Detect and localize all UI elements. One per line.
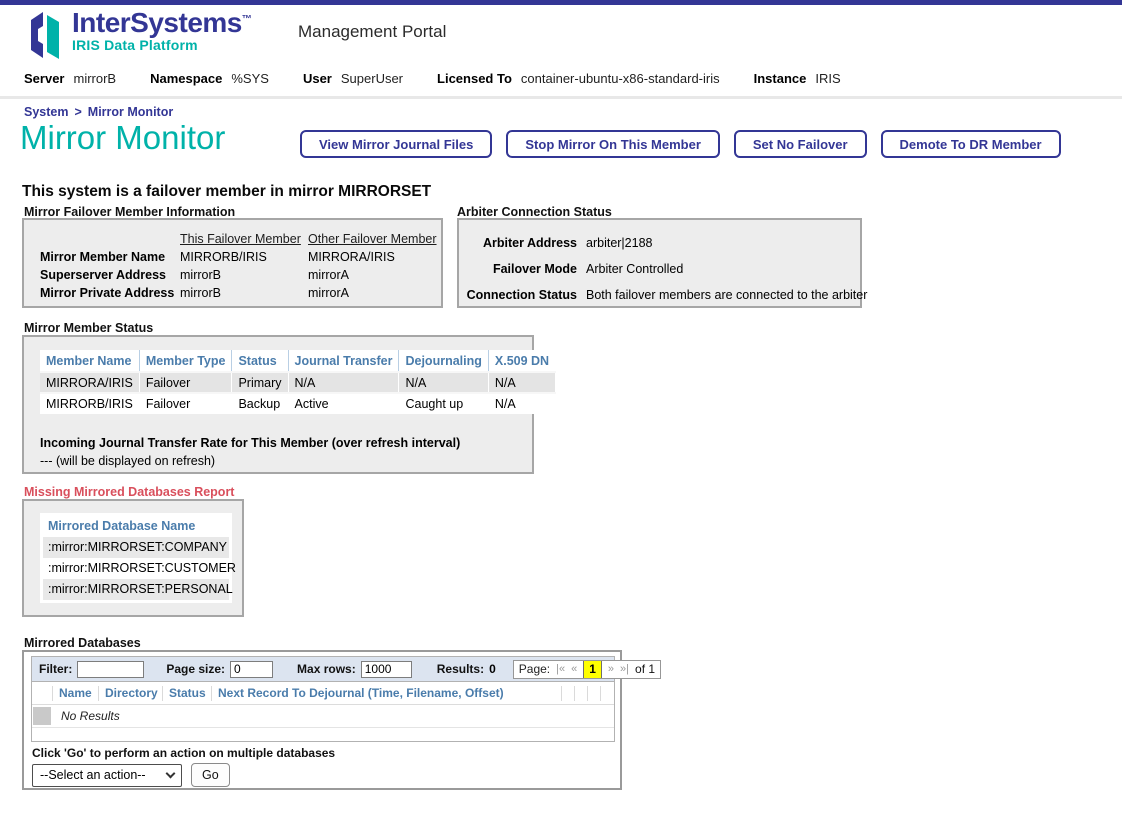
column-header-member-type[interactable]: Member Type [139,350,232,372]
logo-text: InterSystems™ IRIS Data Platform [72,9,251,52]
action-select[interactable]: --Select an action-- [32,764,182,787]
chevron-down-icon [166,768,176,778]
column-header-member-name[interactable]: Member Name [40,350,139,372]
mirrored-databases-box: Filter: Page size: Max rows: Results: 0 … [22,650,622,790]
failover-info-title: Mirror Failover Member Information [24,205,235,219]
view-mirror-journal-files-button[interactable]: View Mirror Journal Files [300,130,492,158]
column-header-db-status[interactable]: Status [163,686,212,701]
breadcrumb-separator: > [74,105,81,119]
mirrored-databases-header-row: Name Directory Status Next Record To Dej… [32,682,614,705]
set-no-failover-button[interactable]: Set No Failover [734,130,867,158]
mirrored-databases-title: Mirrored Databases [24,636,141,650]
current-page-indicator: 1 [583,661,602,678]
go-button[interactable]: Go [191,763,230,787]
filter-input[interactable] [77,661,144,678]
table-filter-bar: Filter: Page size: Max rows: Results: 0 … [32,657,614,682]
info-server: ServermirrorB [24,71,116,86]
failover-info-box: This Failover Member Other Failover Memb… [22,218,443,308]
member-status-box: Member Name Member Type Status Journal T… [22,335,534,474]
column-header-dejournaling[interactable]: Dejournaling [399,350,488,372]
column-header-this-failover-member: This Failover Member [178,230,306,248]
list-item: :mirror:MIRRORSET:PERSONAL [43,579,229,600]
portal-title: Management Portal [298,22,446,42]
arbiter-status-box: Arbiter Addressarbiter|2188 Failover Mod… [457,218,862,308]
list-item: :mirror:MIRRORSET:COMPANY [43,537,229,558]
info-namespace: Namespace%SYS [150,71,269,86]
empty-column-header [562,686,575,701]
page-size-input[interactable] [230,661,273,678]
first-page-button[interactable]: |« [556,663,565,675]
empty-column-header [601,686,614,701]
max-rows-input[interactable] [361,661,412,678]
member-status-title: Mirror Member Status [24,321,153,335]
no-results-text: No Results [61,709,120,723]
failover-info-table: This Failover Member Other Failover Memb… [38,230,439,302]
column-header-other-failover-member: Other Failover Member [306,230,439,248]
top-accent-bar [0,0,1122,5]
page-label: Page: [519,662,550,676]
server-info-bar: ServermirrorB Namespace%SYS UserSuperUse… [24,71,841,86]
arbiter-rows: Arbiter Addressarbiter|2188 Failover Mod… [465,230,867,308]
table-row: MIRRORB/IRIS Failover Backup Active Caug… [40,393,555,414]
table-row: Mirror Private Address mirrorB mirrorA [38,284,439,302]
pagination: Page: |« « 1 » »| of 1 [513,660,661,679]
empty-column-header [588,686,601,701]
mirror-monitor-page: InterSystems™ IRIS Data Platform Managem… [0,0,1122,825]
intersystems-logo: InterSystems™ IRIS Data Platform [28,9,251,59]
column-header-status[interactable]: Status [232,350,288,372]
prev-page-button[interactable]: « [571,663,577,675]
mirrored-databases-grid: Filter: Page size: Max rows: Results: 0 … [31,656,615,742]
results-count: 0 [489,662,496,676]
journal-transfer-rate-value: --- (will be displayed on refresh) [40,454,215,468]
column-header-name[interactable]: Name [53,686,99,701]
platform-name: IRIS Data Platform [72,38,251,52]
breadcrumb-system-link[interactable]: System [24,105,68,119]
page-count: of 1 [635,662,655,676]
action-select-value: --Select an action-- [40,768,146,782]
header-divider [0,96,1122,99]
missing-report-table: Mirrored Database Name :mirror:MIRRORSET… [40,513,232,603]
stop-mirror-button[interactable]: Stop Mirror On This Member [506,130,720,158]
info-user: UserSuperUser [303,71,403,86]
trademark-symbol: ™ [242,14,252,25]
info-instance: InstanceIRIS [754,71,841,86]
filter-label: Filter: [39,662,72,676]
missing-report-box: Mirrored Database Name :mirror:MIRRORSET… [22,499,244,617]
table-row: Superserver Address mirrorB mirrorA [38,266,439,284]
empty-column-header [575,686,588,701]
row-selector-cell [33,707,51,725]
page-title: Mirror Monitor [20,119,225,157]
action-hint: Click 'Go' to perform an action on multi… [32,746,335,760]
next-page-button[interactable]: » [608,663,614,675]
breadcrumb-current: Mirror Monitor [88,105,173,119]
last-page-button[interactable]: »| [620,663,629,675]
results-label: Results: [437,662,484,676]
arbiter-status-title: Arbiter Connection Status [457,205,612,219]
missing-report-title: Missing Mirrored Databases Report [24,485,234,499]
brand-name: InterSystems™ [72,9,251,37]
info-licensed-to: Licensed Tocontainer-ubuntu-x86-standard… [437,71,720,86]
table-row: Mirror Member Name MIRRORB/IRIS MIRRORA/… [38,248,439,266]
demote-to-dr-member-button[interactable]: Demote To DR Member [881,130,1061,158]
column-header-journal-transfer[interactable]: Journal Transfer [288,350,399,372]
max-rows-label: Max rows: [297,662,356,676]
journal-transfer-rate-label: Incoming Journal Transfer Rate for This … [40,436,460,450]
intersystems-logo-icon [28,11,64,59]
member-status-table: Member Name Member Type Status Journal T… [40,350,556,414]
empty-results-row: No Results [32,705,614,728]
action-row: --Select an action-- Go [32,763,230,787]
system-status-heading: This system is a failover member in mirr… [22,183,431,201]
table-filler [32,728,614,741]
empty-column-header [32,686,53,701]
column-header-directory[interactable]: Directory [99,686,163,701]
page-size-label: Page size: [166,662,225,676]
column-header-x509-dn[interactable]: X.509 DN [488,350,555,372]
member-status-header-row: Member Name Member Type Status Journal T… [40,350,555,372]
table-row: MIRRORA/IRIS Failover Primary N/A N/A N/… [40,372,555,393]
column-header-next-record[interactable]: Next Record To Dejournal (Time, Filename… [212,686,562,701]
breadcrumb: System > Mirror Monitor [24,105,173,119]
toolbar: View Mirror Journal Files Stop Mirror On… [300,130,1061,158]
list-item: :mirror:MIRRORSET:CUSTOMER [43,558,229,579]
column-header-mirrored-database-name[interactable]: Mirrored Database Name [43,516,229,537]
